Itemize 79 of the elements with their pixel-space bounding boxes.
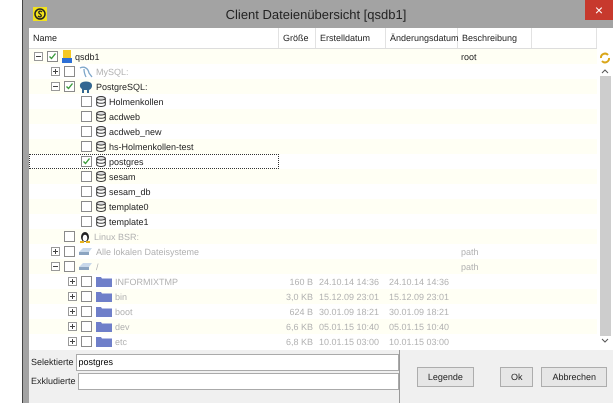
checkbox[interactable] (81, 156, 92, 167)
date-cell-text: 05.01.15 10:40 (388, 320, 450, 334)
size-cell-text: 624 B (288, 306, 314, 318)
tree-item-label[interactable]: PostgreSQL: (93, 82, 148, 92)
database-icon (96, 111, 106, 122)
tree-item-label[interactable]: Holmenkollen (106, 96, 164, 106)
tree-item-label[interactable]: acdweb_new (106, 126, 162, 136)
tree-item-label[interactable]: postgres (106, 156, 144, 166)
folder-icon (96, 306, 112, 317)
checkbox[interactable] (47, 51, 58, 62)
folder-icon (96, 291, 112, 302)
date-cell-text: 10.01.15 03:00 (318, 336, 380, 348)
tree-item-label[interactable]: sesam (106, 172, 136, 182)
tree-item-label[interactable]: template1 (106, 216, 149, 226)
checkbox[interactable] (81, 96, 92, 107)
selected-field[interactable]: postgres (76, 354, 399, 370)
column-header[interactable]: Name (29, 28, 279, 48)
dialog-button[interactable]: Abbrechen (541, 366, 607, 386)
app-logo-icon (33, 7, 47, 21)
window-title: Client Dateienübersicht [qsdb1] (224, 6, 408, 22)
chevron-down-icon[interactable] (601, 338, 609, 344)
description-cell-text: root (460, 50, 478, 64)
date-cell-text: 15.12.09 23:01 (388, 290, 450, 304)
database-icon (96, 216, 106, 227)
date-cell-text: 24.10.14 14:36 (388, 276, 450, 288)
description-cell-text: path (460, 260, 480, 274)
column-header[interactable]: Erstelldatum (316, 28, 386, 48)
field-label: Exkludierte (30, 376, 77, 386)
database-icon (96, 96, 106, 107)
excluded-field[interactable] (78, 372, 399, 390)
size-cell-text: 6,8 KB (284, 336, 314, 348)
folder-icon (96, 321, 112, 332)
drive-icon (79, 247, 93, 256)
column-header[interactable]: Beschreibung (458, 28, 532, 48)
checkbox[interactable] (81, 186, 92, 197)
database-icon (96, 156, 106, 167)
tree-item-label[interactable]: sesam_db (106, 186, 151, 196)
dialog-button[interactable]: Legende (416, 366, 474, 386)
tree-item-label[interactable]: acdweb (106, 112, 140, 122)
collapse-icon[interactable] (34, 52, 43, 60)
chevron-up-icon[interactable] (601, 68, 609, 74)
database-icon (96, 171, 106, 182)
size-cell-text: 3,0 KB (284, 290, 314, 304)
tree-item-label[interactable]: hs-Holmenkollen-test (106, 142, 194, 152)
folder-icon (96, 336, 112, 347)
size-cell-text: 160 B (288, 276, 314, 288)
date-cell-text: 30.01.09 18:21 (388, 306, 450, 318)
checkbox[interactable] (81, 171, 92, 182)
tree-item-label[interactable]: template0 (106, 202, 149, 212)
checkbox[interactable] (81, 111, 92, 122)
date-cell-text: 05.01.15 10:40 (318, 320, 380, 334)
database-icon (96, 186, 106, 197)
column-header[interactable]: Größe (279, 28, 316, 48)
field-label: Selektierte (30, 357, 75, 367)
close-button[interactable]: × (585, 0, 613, 20)
database-icon (96, 126, 106, 137)
collapse-icon[interactable] (51, 82, 60, 90)
dialog-button[interactable]: Ok (500, 366, 534, 386)
database-icon (96, 201, 106, 212)
date-cell-text: 15.12.09 23:01 (318, 290, 380, 304)
checkbox[interactable] (81, 141, 92, 152)
database-icon (96, 141, 106, 152)
date-cell-text: 30.01.09 18:21 (318, 306, 380, 318)
dolphin-icon (79, 66, 93, 78)
tree-item-label[interactable]: qsdb1 (72, 52, 100, 62)
checkbox[interactable] (64, 81, 75, 92)
folder-icon (96, 276, 112, 287)
column-header[interactable]: Änderungsdatum (386, 28, 458, 48)
checkbox[interactable] (81, 126, 92, 137)
refresh-icon[interactable] (599, 52, 611, 64)
server-icon (62, 50, 72, 63)
date-cell-text: 10.01.15 03:00 (388, 336, 450, 348)
checkbox[interactable] (81, 201, 92, 212)
drive-icon (79, 262, 93, 271)
checkbox[interactable] (81, 216, 92, 227)
description-cell-text: path (460, 246, 480, 259)
elephant-icon (79, 80, 93, 92)
date-cell-text: 24.10.14 14:36 (318, 276, 380, 288)
size-cell-text: 6,6 KB (284, 320, 314, 334)
